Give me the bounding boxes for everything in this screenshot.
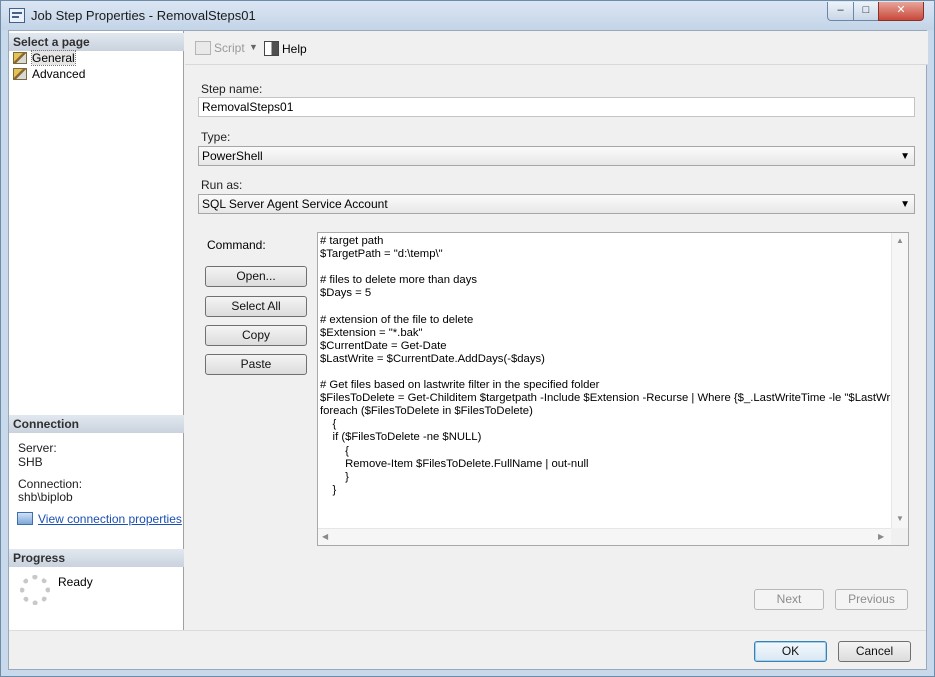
left-panel: Select a page General Advanced Connectio… xyxy=(9,31,184,630)
connection-header: Connection xyxy=(9,415,184,433)
previous-button[interactable]: Previous xyxy=(835,589,908,610)
select-page-header: Select a page xyxy=(9,33,184,51)
job-step-properties-window: Job Step Properties - RemovalSteps01 – □… xyxy=(0,0,935,677)
page-item-advanced[interactable]: Advanced xyxy=(13,67,85,82)
scroll-up-icon[interactable]: ▲ xyxy=(896,236,904,245)
help-button[interactable]: Help xyxy=(264,41,307,56)
scroll-right-icon[interactable]: ▶ xyxy=(878,532,884,541)
minimize-button[interactable]: – xyxy=(827,2,854,21)
progress-spinner-icon xyxy=(20,575,50,605)
progress-header: Progress xyxy=(9,549,184,567)
chevron-down-icon: ▼ xyxy=(900,199,910,210)
type-selected-value: PowerShell xyxy=(202,149,263,163)
command-text[interactable]: # target path $TargetPath = "d:\temp\" #… xyxy=(320,235,908,497)
step-name-label: Step name: xyxy=(201,82,263,96)
command-editor[interactable]: # target path $TargetPath = "d:\temp\" #… xyxy=(317,232,909,546)
scrollbar-corner xyxy=(891,528,908,545)
type-label: Type: xyxy=(201,130,231,144)
page-item-label: Advanced xyxy=(32,67,86,81)
connection-value: shb\biplob xyxy=(18,490,73,504)
help-icon xyxy=(264,41,279,56)
select-all-button[interactable]: Select All xyxy=(205,296,307,317)
scroll-left-icon[interactable]: ◀ xyxy=(322,532,328,541)
run-as-label: Run as: xyxy=(201,178,243,192)
close-button[interactable]: ✕ xyxy=(878,2,924,21)
script-dropdown-arrow[interactable]: ▼ xyxy=(249,42,258,52)
maximize-button[interactable]: □ xyxy=(853,2,879,21)
chevron-down-icon: ▼ xyxy=(900,151,910,162)
run-as-selected-value: SQL Server Agent Service Account xyxy=(202,197,388,211)
horizontal-scrollbar[interactable]: ◀ ▶ xyxy=(318,528,892,545)
window-title: Job Step Properties - RemovalSteps01 xyxy=(31,8,256,23)
page-icon xyxy=(13,52,27,64)
connection-properties-icon xyxy=(17,512,33,525)
dialog-button-bar: OK Cancel xyxy=(9,630,926,669)
window-app-icon xyxy=(9,8,25,23)
dialog-client-area: Select a page General Advanced Connectio… xyxy=(8,30,928,670)
copy-button[interactable]: Copy xyxy=(205,325,307,346)
command-label: Command: xyxy=(207,238,266,252)
type-select[interactable]: PowerShell ▼ xyxy=(198,146,915,166)
server-value: SHB xyxy=(18,455,43,469)
progress-status: Ready xyxy=(58,575,93,589)
connection-label: Connection: xyxy=(18,477,83,491)
view-connection-properties-link[interactable]: View connection properties xyxy=(17,512,182,526)
server-label: Server: xyxy=(18,441,57,455)
scroll-down-icon[interactable]: ▼ xyxy=(896,514,904,523)
page-icon xyxy=(13,68,27,80)
page-item-general[interactable]: General xyxy=(13,50,76,66)
next-button[interactable]: Next xyxy=(754,589,824,610)
ok-button[interactable]: OK xyxy=(754,641,827,662)
toolbar: Script ▼ Help xyxy=(185,31,928,65)
paste-button[interactable]: Paste xyxy=(205,354,307,375)
script-button[interactable]: Script xyxy=(195,41,245,55)
title-bar[interactable]: Job Step Properties - RemovalSteps01 – □… xyxy=(1,1,934,30)
run-as-select[interactable]: SQL Server Agent Service Account ▼ xyxy=(198,194,915,214)
open-button[interactable]: Open... xyxy=(205,266,307,287)
script-icon xyxy=(195,41,211,55)
page-item-label: General xyxy=(31,50,76,66)
vertical-scrollbar[interactable]: ▲ ▼ xyxy=(891,233,908,529)
step-name-input[interactable]: RemovalSteps01 xyxy=(198,97,915,117)
cancel-button[interactable]: Cancel xyxy=(838,641,911,662)
